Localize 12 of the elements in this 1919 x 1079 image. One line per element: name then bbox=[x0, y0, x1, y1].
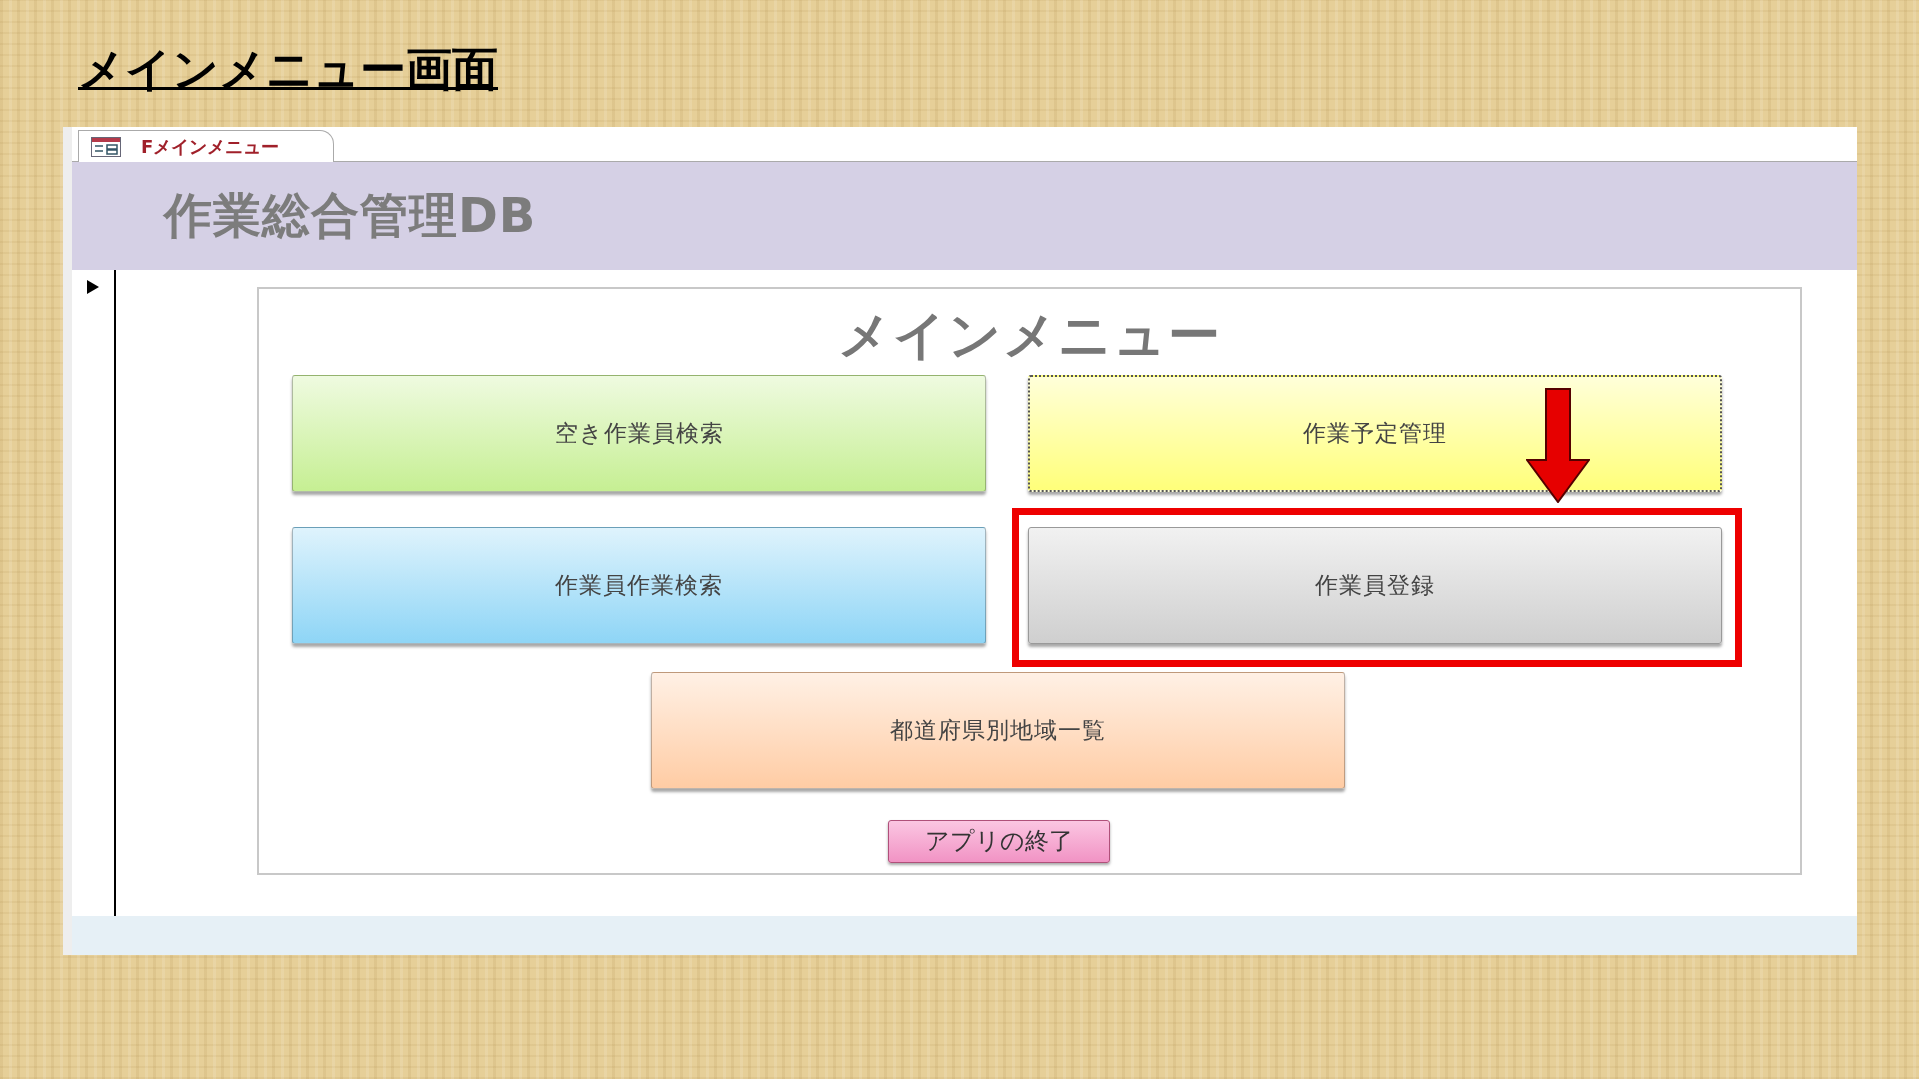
form-tab[interactable]: Fメインメニュー bbox=[78, 130, 334, 163]
menu-button[interactable]: 作業予定管理 bbox=[1028, 374, 1722, 492]
menu-button[interactable]: 空き作業員検索 bbox=[292, 374, 986, 492]
record-pointer-icon bbox=[87, 279, 99, 294]
exit-button[interactable]: アプリの終了 bbox=[888, 819, 1110, 863]
form-header-title: 作業総合管理DB bbox=[164, 186, 537, 246]
menu-button[interactable]: 都道府県別地域一覧 bbox=[651, 671, 1345, 789]
menu-heading: メインメニュー bbox=[837, 303, 1222, 367]
slide-title: メインメニュー画面 bbox=[78, 41, 498, 98]
form-icon bbox=[91, 136, 121, 157]
menu-button[interactable]: 作業員登録 bbox=[1028, 526, 1722, 644]
menu-button[interactable]: 作業員作業検索 bbox=[292, 526, 986, 644]
